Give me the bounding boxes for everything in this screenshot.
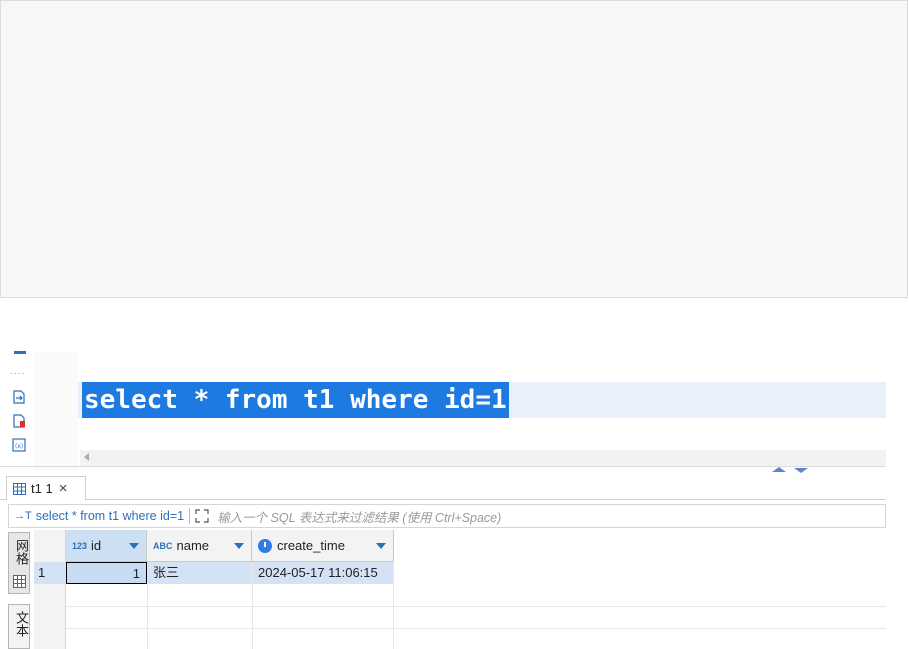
grid-icon [13, 575, 26, 588]
column-header-id[interactable]: 123 id [66, 530, 147, 562]
expand-icon[interactable] [195, 509, 209, 523]
line-number-area [34, 352, 78, 470]
divider [189, 508, 191, 524]
grid-line [147, 562, 148, 649]
grid-line [252, 562, 253, 649]
gutter-dots: .... [10, 366, 26, 377]
text-type-icon: ABC [153, 540, 173, 551]
view-mode-tabs: 网格 文本 [8, 532, 32, 649]
tab-grid-view[interactable]: 网格 [8, 532, 30, 594]
grid-line [66, 606, 886, 607]
variables-icon[interactable]: (x) [12, 438, 26, 452]
chevron-down-icon[interactable] [234, 543, 244, 549]
column-name: create_time [277, 538, 345, 553]
filter-bar: →T select * from t1 where id=1 输入一个 SQL … [8, 504, 886, 528]
tab-label: t1 1 [31, 481, 53, 496]
table-cell-name[interactable]: 张三 [147, 562, 252, 584]
grid-line [393, 562, 394, 649]
filter-input[interactable]: 输入一个 SQL 表达式来过滤结果 (使用 Ctrl+Space) [217, 507, 501, 526]
collapse-icon[interactable] [14, 350, 26, 356]
maximize-up-icon[interactable] [772, 467, 786, 472]
numeric-type-icon: 123 [72, 540, 88, 551]
close-icon[interactable]: × [59, 480, 68, 497]
column-header-create-time[interactable]: create_time [252, 530, 394, 562]
empty-panel [0, 0, 908, 298]
row-number-column [34, 530, 66, 649]
tab-result-t1[interactable]: t1 1 × [6, 476, 86, 501]
maximize-down-icon[interactable] [794, 468, 808, 473]
horizontal-scrollbar[interactable] [80, 450, 886, 466]
row-number[interactable]: 1 [34, 562, 66, 584]
filter-query-text: select * from t1 where id=1 [35, 509, 185, 523]
splitter-controls[interactable] [772, 466, 812, 474]
export-icon[interactable] [12, 390, 26, 404]
column-name: name [176, 538, 210, 553]
svg-text:(x): (x) [15, 443, 23, 450]
text-tab-label: 文本 [14, 611, 29, 637]
query-icon: →T [14, 510, 32, 522]
column-name: id [91, 538, 102, 553]
chevron-down-icon[interactable] [129, 543, 139, 549]
result-grid: 123 id ABC name create_time 1 1 张三 2024-… [34, 530, 886, 649]
clock-icon [258, 538, 272, 553]
scroll-left-icon[interactable] [84, 453, 89, 461]
chevron-down-icon[interactable] [376, 543, 386, 549]
warning-file-icon[interactable] [12, 414, 26, 428]
selected-query-text[interactable]: select * from t1 where id=1 [82, 382, 509, 418]
result-tab-bar: t1 1 × [0, 476, 886, 501]
column-header-name[interactable]: ABC name [147, 530, 252, 562]
tab-text-view[interactable]: 文本 [8, 604, 30, 649]
table-grid-icon [13, 482, 26, 495]
editor-gutter: .... (x) [6, 350, 34, 470]
table-cell-id[interactable]: 1 [66, 562, 147, 584]
grid-line [66, 628, 886, 629]
sql-editor[interactable]: .... (x) select * from t1 where id=1 [0, 350, 886, 476]
panel-splitter[interactable] [0, 466, 886, 468]
grid-tab-label: 网格 [14, 539, 29, 565]
table-cell-create-time[interactable]: 2024-05-17 11:06:15 [252, 562, 394, 584]
